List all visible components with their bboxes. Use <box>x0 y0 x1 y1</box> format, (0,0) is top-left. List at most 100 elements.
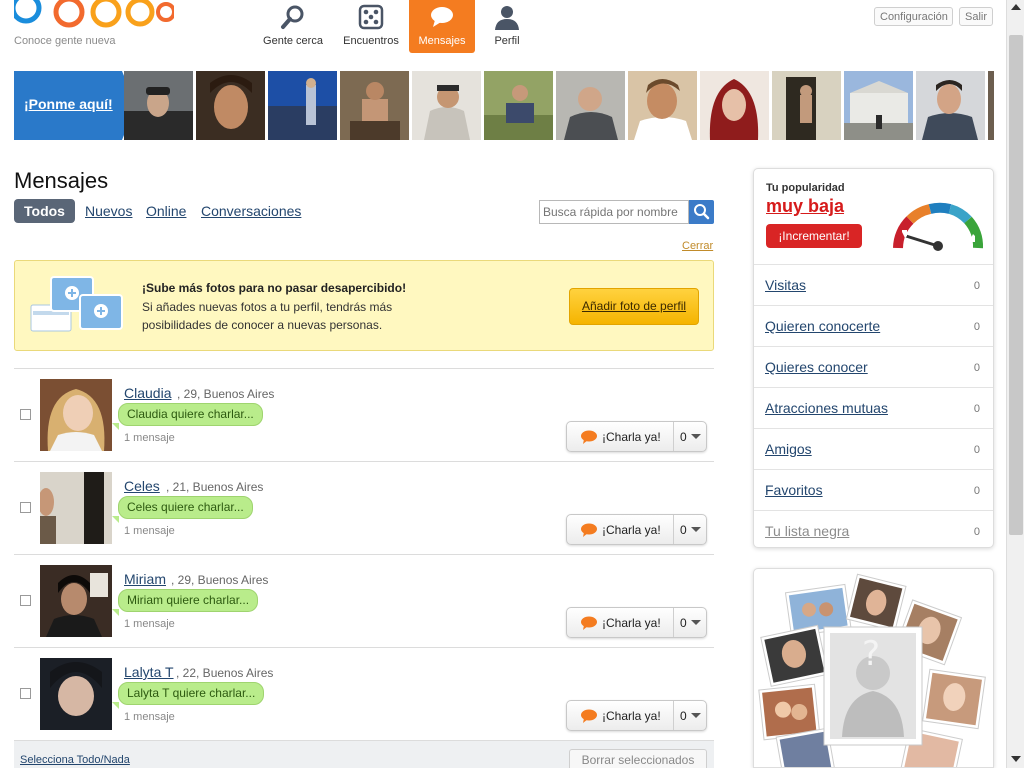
chat-count[interactable]: 0 <box>680 709 687 723</box>
chat-count[interactable]: 0 <box>680 523 687 537</box>
increase-popularity-button[interactable]: ¡Incrementar! <box>766 224 862 248</box>
message-row: Celes , 21, Buenos Aires Celes quiere ch… <box>14 461 714 554</box>
delete-selected-button[interactable]: Borrar seleccionados <box>569 749 707 768</box>
button-divider <box>673 422 674 451</box>
chevron-down-icon[interactable] <box>691 620 701 625</box>
add-profile-photo-button[interactable]: Añadir foto de perfil <box>569 288 699 325</box>
profile-thumbnail[interactable] <box>124 71 193 140</box>
charla-label: ¡Charla ya! <box>602 709 661 723</box>
profile-thumbnail[interactable] <box>412 71 481 140</box>
sender-photo[interactable] <box>40 379 112 451</box>
profile-thumbnail[interactable] <box>916 71 985 140</box>
profile-thumbnail[interactable] <box>988 71 994 140</box>
badoo-logo[interactable] <box>14 0 174 34</box>
sender-meta: , 29, Buenos Aires <box>177 387 275 401</box>
nav-gente-cerca[interactable]: Gente cerca <box>260 0 326 53</box>
sidebar-item-quieres-conocer[interactable]: Quieres conocer 0 <box>754 346 993 387</box>
chevron-down-icon[interactable] <box>691 527 701 532</box>
upload-photo-promo: ¡Sube más fotos para no pasar desapercib… <box>14 260 714 351</box>
tab-conversaciones[interactable]: Conversaciones <box>201 203 301 219</box>
chat-request-bubble: Miriam quiere charlar... <box>118 589 259 612</box>
select-checkbox[interactable] <box>20 502 31 513</box>
profile-thumbnail[interactable] <box>340 71 409 140</box>
nav-perfil[interactable]: Perfil <box>478 0 536 53</box>
profile-thumbnail[interactable] <box>844 71 913 140</box>
charla-ya-button[interactable]: ¡Charla ya! 0 <box>566 700 707 731</box>
tab-nuevos[interactable]: Nuevos <box>85 203 132 219</box>
profile-thumbnail[interactable] <box>628 71 697 140</box>
sender-name-link[interactable]: Claudia <box>124 385 171 401</box>
sidebar-item-label[interactable]: Quieres conocer <box>765 359 868 375</box>
sidebar-item-quieren-conocerte[interactable]: Quieren conocerte 0 <box>754 305 993 346</box>
sender-name-link[interactable]: Miriam <box>124 571 166 587</box>
select-checkbox[interactable] <box>20 409 31 420</box>
photo-upload-illustration <box>30 276 123 332</box>
sidebar-item-label[interactable]: Favoritos <box>765 482 823 498</box>
nav-mensajes[interactable]: Mensajes <box>409 0 475 53</box>
tagline: Conoce gente nueva <box>14 35 116 47</box>
profile-thumbnail[interactable] <box>196 71 265 140</box>
profile-thumbnail[interactable] <box>772 71 841 140</box>
tab-todos[interactable]: Todos <box>14 199 75 223</box>
logout-button[interactable]: Salir <box>959 7 993 26</box>
select-checkbox[interactable] <box>20 595 31 606</box>
page-title: Mensajes <box>14 168 109 193</box>
sidebar-item-amigos[interactable]: Amigos 0 <box>754 428 993 469</box>
sender-name-link[interactable]: Celes <box>124 478 160 494</box>
ponme-aqui-label[interactable]: ¡Ponme aquí! <box>24 96 113 112</box>
profile-thumbnail[interactable] <box>700 71 769 140</box>
chevron-down-icon[interactable] <box>691 713 701 718</box>
tab-online[interactable]: Online <box>146 203 186 219</box>
select-checkbox[interactable] <box>20 688 31 699</box>
popularity-gauge-icon <box>893 202 983 251</box>
sidebar-item-lista-negra[interactable]: Tu lista negra 0 <box>754 510 993 551</box>
nav-encuentros[interactable]: Encuentros <box>338 0 404 53</box>
sidebar-item-count: 0 <box>973 444 980 456</box>
scroll-up-arrow-icon[interactable] <box>1011 4 1021 10</box>
chevron-down-icon[interactable] <box>691 434 701 439</box>
message-list-footer: Selecciona Todo/Nada Borrar seleccionado… <box>14 740 714 768</box>
profile-thumbnail[interactable] <box>556 71 625 140</box>
bubble-tail <box>112 702 119 709</box>
sidebar-item-label[interactable]: Atracciones mutuas <box>765 400 888 416</box>
sidebar-item-label[interactable]: Tu lista negra <box>765 523 849 539</box>
nav-label: Gente cerca <box>263 35 323 47</box>
popularity-card: Tu popularidad muy baja ¡Incrementar! Vi… <box>753 168 994 548</box>
config-button[interactable]: Configuración <box>874 7 953 26</box>
nav-label: Mensajes <box>418 35 466 47</box>
popularity-value-link[interactable]: muy baja <box>766 196 844 217</box>
sender-meta: , 22, Buenos Aires <box>176 666 274 680</box>
message-count: 1 mensaje <box>124 525 175 537</box>
chat-bubble-icon <box>581 616 597 630</box>
chat-count[interactable]: 0 <box>680 430 687 444</box>
message-list: Claudia , 29, Buenos Aires Claudia quier… <box>14 368 714 740</box>
profile-thumbnail[interactable] <box>268 71 337 140</box>
sidebar-item-visitas[interactable]: Visitas 0 <box>754 264 993 305</box>
message-row: Claudia , 29, Buenos Aires Claudia quier… <box>14 368 714 461</box>
sidebar-item-favoritos[interactable]: Favoritos 0 <box>754 469 993 510</box>
sidebar-item-label[interactable]: Quieren conocerte <box>765 318 880 334</box>
scroll-down-arrow-icon[interactable] <box>1011 756 1021 762</box>
close-promo-link[interactable]: Cerrar <box>682 240 713 252</box>
charla-ya-button[interactable]: ¡Charla ya! 0 <box>566 607 707 638</box>
sender-photo[interactable] <box>40 658 112 730</box>
sidebar-item-count: 0 <box>973 526 980 538</box>
sender-meta: , 21, Buenos Aires <box>166 480 264 494</box>
quick-search-input[interactable] <box>539 200 689 224</box>
search-button[interactable] <box>689 200 714 224</box>
sender-photo[interactable] <box>40 565 112 637</box>
profile-thumbnail[interactable] <box>484 71 553 140</box>
chat-count[interactable]: 0 <box>680 616 687 630</box>
photo-collage-promo[interactable]: ? <box>753 568 994 768</box>
charla-ya-button[interactable]: ¡Charla ya! 0 <box>566 514 707 545</box>
sidebar-item-label[interactable]: Amigos <box>765 441 812 457</box>
charla-ya-button[interactable]: ¡Charla ya! 0 <box>566 421 707 452</box>
select-all-none-link[interactable]: Selecciona Todo/Nada <box>20 754 130 766</box>
scrollbar-thumb[interactable] <box>1009 35 1023 535</box>
sender-name-link[interactable]: Lalyta T <box>124 664 174 680</box>
page-scrollbar[interactable] <box>1006 0 1024 768</box>
bubble-tail <box>112 516 119 523</box>
sender-photo[interactable] <box>40 472 112 544</box>
sidebar-item-atracciones-mutuas[interactable]: Atracciones mutuas 0 <box>754 387 993 428</box>
sidebar-item-label[interactable]: Visitas <box>765 277 806 293</box>
